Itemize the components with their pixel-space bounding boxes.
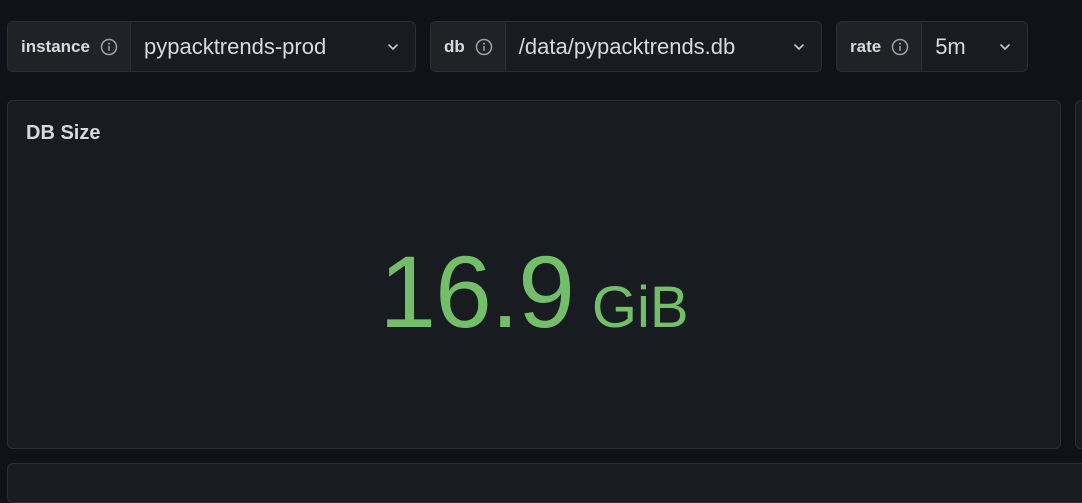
db-size-panel[interactable]: DB Size 16.9 GiB [7, 100, 1061, 449]
adjacent-panel[interactable] [1075, 100, 1082, 449]
variable-instance: instance pypacktrends-prod [7, 21, 416, 72]
variable-rate: rate 5m [836, 21, 1028, 72]
chevron-down-icon [388, 43, 398, 50]
rate-select-value: 5m [935, 33, 966, 59]
stat-value: 16.9 [379, 235, 575, 349]
db-select[interactable]: /data/pypacktrends.db [506, 22, 821, 71]
info-circle-icon[interactable] [100, 38, 118, 56]
stat-unit: GiB [591, 275, 689, 340]
variable-rate-label: rate [837, 22, 923, 71]
info-circle-icon[interactable] [475, 38, 493, 56]
panel-title[interactable]: DB Size [26, 122, 100, 145]
next-row-panel[interactable] [7, 463, 1082, 503]
variable-db: db /data/pypacktrends.db [430, 21, 822, 72]
rate-select[interactable]: 5m [922, 22, 1027, 71]
variable-instance-label: instance [8, 22, 131, 71]
instance-select-value: pypacktrends-prod [143, 33, 327, 59]
instance-select[interactable]: pypacktrends-prod [131, 22, 415, 71]
info-circle-icon[interactable] [891, 38, 909, 56]
chevron-down-icon [1000, 43, 1010, 50]
variable-db-label: db [431, 22, 506, 71]
db-select-value: /data/pypacktrends.db [518, 33, 736, 59]
stat-display: 16.9 GiB [8, 241, 1060, 371]
chevron-down-icon [794, 43, 804, 50]
